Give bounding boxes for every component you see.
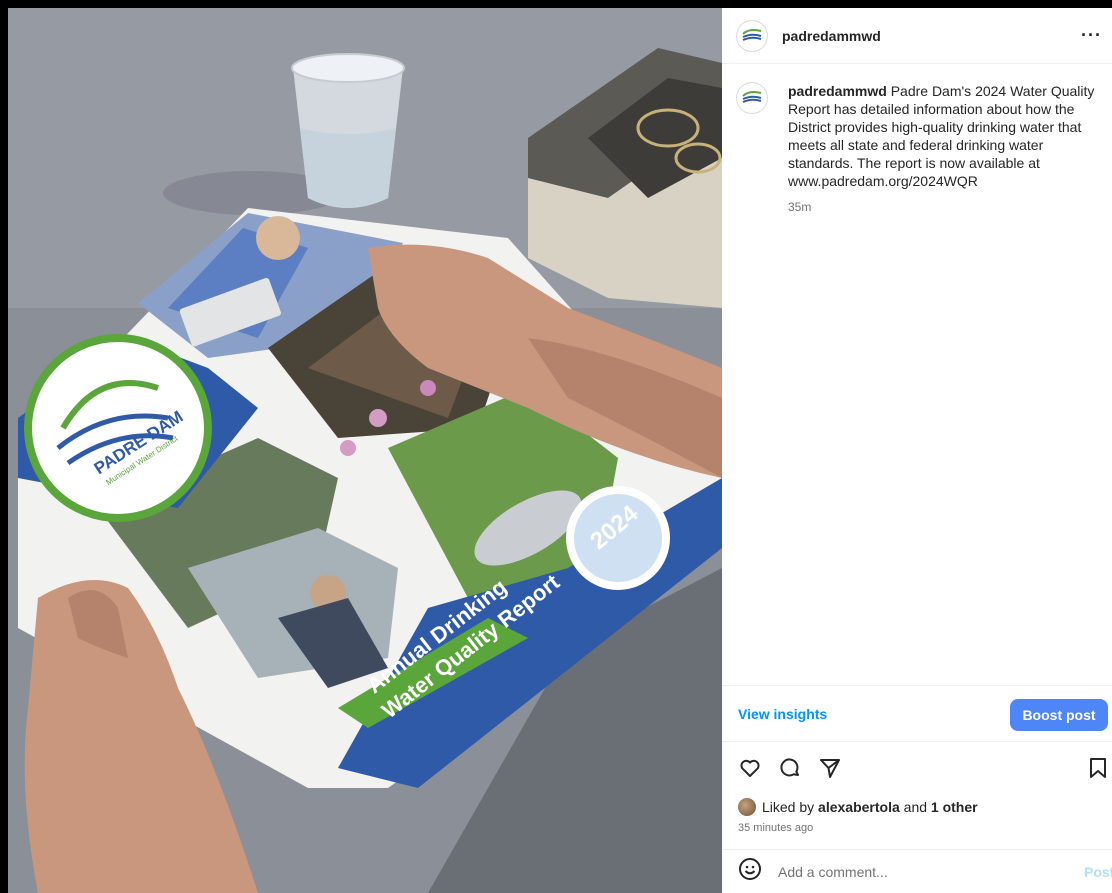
liker-avatar[interactable] (738, 798, 756, 816)
comment-icon[interactable] (778, 756, 802, 785)
liker-username[interactable]: alexabertola (818, 799, 900, 815)
post-timestamp: 35 minutes ago (738, 822, 814, 834)
action-bar (722, 750, 1112, 790)
header-username[interactable]: padredammwd (782, 28, 881, 44)
caption-avatar-icon[interactable] (736, 82, 768, 114)
caption-age: 35m (788, 200, 812, 214)
more-options-icon[interactable]: ··· (1081, 26, 1102, 44)
post-photo[interactable]: PADRE DAM Municipal Water District 2024 … (8, 8, 722, 893)
post-side-panel: padredammwd ··· padredammwd Padre Dam's … (722, 8, 1112, 893)
padre-dam-logo-icon[interactable] (736, 19, 768, 52)
post-comment-button[interactable]: Post (1084, 864, 1112, 880)
caption-username[interactable]: padredammwd (788, 83, 887, 99)
caption-body: padredammwd Padre Dam's 2024 Water Quali… (788, 82, 1098, 216)
likes-conjunction: and (903, 799, 928, 815)
likes-others-link[interactable]: 1 other (931, 799, 978, 815)
bookmark-icon[interactable] (1088, 756, 1108, 785)
boost-post-button[interactable]: Boost post (1010, 699, 1108, 731)
share-icon[interactable] (818, 756, 842, 785)
heart-icon[interactable] (738, 756, 762, 785)
likes-prefix: Liked by (762, 799, 815, 815)
likes-summary: Liked by alexabertola and 1 other (738, 798, 978, 816)
emoji-icon[interactable] (738, 857, 762, 886)
cover-logo-circle (24, 334, 212, 522)
comment-row: Post (722, 849, 1112, 893)
comment-input[interactable] (776, 862, 1084, 881)
post-caption: padredammwd Padre Dam's 2024 Water Quali… (736, 82, 1098, 216)
post-modal: PADRE DAM Municipal Water District 2024 … (0, 0, 1112, 893)
post-header: padredammwd ··· (722, 8, 1112, 64)
view-insights-link[interactable]: View insights (738, 706, 827, 722)
insights-row: View insights Boost post (722, 685, 1112, 742)
